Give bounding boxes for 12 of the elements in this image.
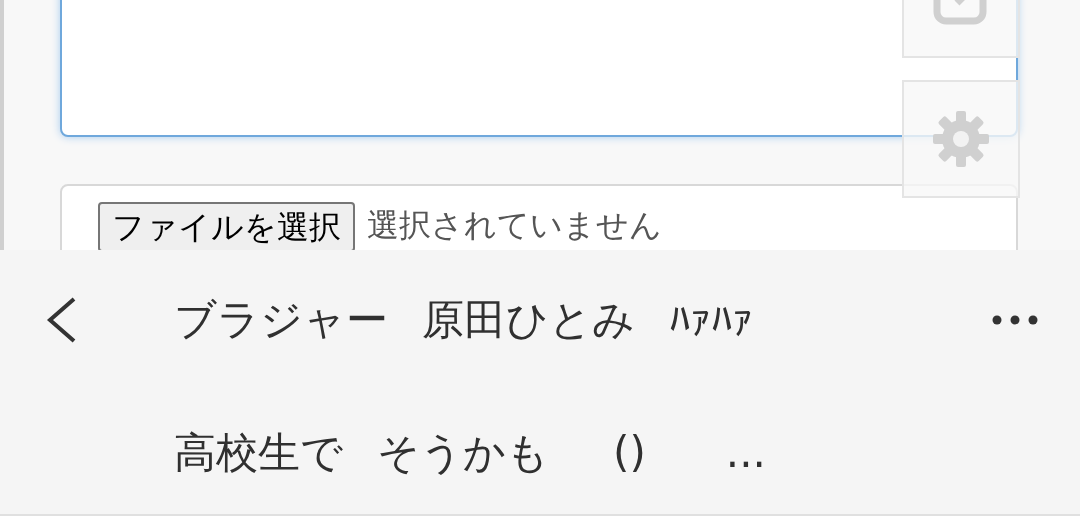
suggestion-word[interactable]: そうかも [377,423,549,483]
suggestion-word[interactable]: 原田ひとみ [422,290,635,350]
choose-file-button[interactable]: ファイルを選択 [98,202,355,250]
suggestion-word[interactable]: ﾊｧﾊｧ [669,290,753,350]
file-status-text: 選択されていません [367,205,662,246]
suggestion-word[interactable]: ... [725,423,766,483]
settings-icon [931,109,991,169]
text-area[interactable] [60,0,1018,137]
settings-button[interactable] [902,80,1020,198]
suggestion-word[interactable]: () [613,423,646,483]
suggestion-word[interactable]: ブラジャー [174,290,388,350]
suggestion-word[interactable]: 高校生で [174,423,343,483]
